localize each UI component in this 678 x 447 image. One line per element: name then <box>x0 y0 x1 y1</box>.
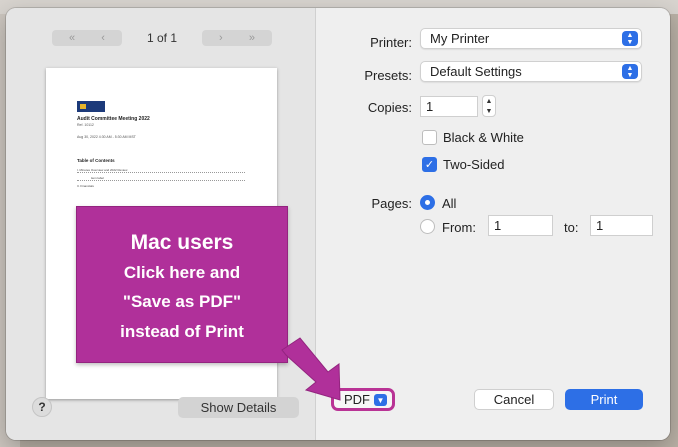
arrow-icon <box>281 337 341 401</box>
annotation-arrow <box>281 337 341 401</box>
